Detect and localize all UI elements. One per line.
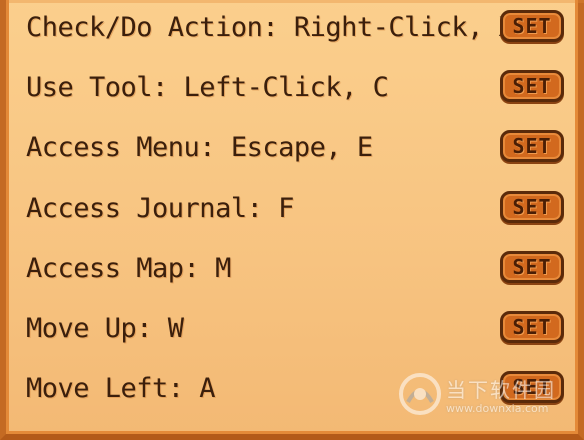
set-button-label: SET [512, 255, 552, 279]
set-button-access-menu[interactable]: SET [500, 130, 564, 162]
watermark-text: 当下软件园 [446, 378, 556, 402]
watermark: 当下软件园 www.downxia.com [398, 372, 578, 426]
control-label: Move Left: A [26, 373, 216, 404]
control-label: Check/Do Action: Right-Click, X [26, 12, 515, 43]
control-label: Access Journal: F [26, 193, 294, 224]
panel-top-edge [6, 0, 584, 3]
set-button-move-up[interactable]: SET [500, 311, 564, 343]
control-row-access-menu: Access Menu: Escape, E SET [24, 128, 568, 172]
set-button-label: SET [512, 14, 552, 38]
control-row-access-map: Access Map: M SET [24, 249, 568, 293]
watermark-url: www.downxia.com [446, 402, 549, 415]
control-label: Access Menu: Escape, E [26, 132, 373, 163]
set-button-check-action[interactable]: SET [500, 10, 564, 42]
set-button-access-journal[interactable]: SET [500, 191, 564, 223]
set-button-label: SET [512, 195, 552, 219]
set-button-label: SET [512, 134, 552, 158]
control-label: Move Up: W [26, 313, 184, 344]
control-row-move-up: Move Up: W SET [24, 309, 568, 353]
control-row-use-tool: Use Tool: Left-Click, C SET [24, 68, 568, 112]
set-button-label: SET [512, 74, 552, 98]
control-label: Access Map: M [26, 253, 231, 284]
set-button-use-tool[interactable]: SET [500, 70, 564, 102]
watermark-logo-icon [399, 373, 441, 415]
control-label: Use Tool: Left-Click, C [26, 72, 389, 103]
set-button-label: SET [512, 315, 552, 339]
set-button-access-map[interactable]: SET [500, 251, 564, 283]
control-row-check-action: Check/Do Action: Right-Click, X SET [24, 8, 568, 52]
control-row-access-journal: Access Journal: F SET [24, 189, 568, 233]
